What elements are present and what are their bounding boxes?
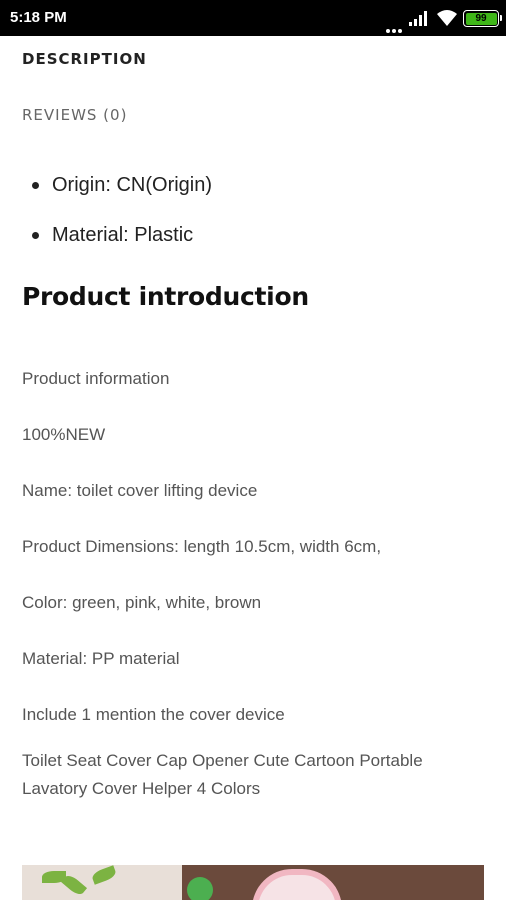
status-time: 5:18 PM (10, 9, 67, 26)
info-line: Name: toilet cover lifting device (22, 481, 258, 500)
attribute-material: Material: Plastic (22, 218, 212, 268)
tab-reviews[interactable]: REVIEWS (0) (22, 106, 127, 124)
info-line: Include 1 mention the cover device (22, 705, 285, 724)
info-line: Material: PP material (22, 649, 180, 668)
battery-level: 99 (465, 12, 497, 25)
info-line: Color: green, pink, white, brown (22, 593, 262, 612)
notification-dots-icon (386, 20, 406, 33)
status-bar: 5:18 PM 99 (0, 0, 506, 36)
product-image[interactable] (22, 865, 484, 900)
battery-icon: 99 (463, 10, 502, 27)
section-title: Product introduction (22, 282, 309, 311)
tab-description[interactable]: DESCRIPTION (22, 50, 147, 68)
info-line: Product Dimensions: length 10.5cm, width… (22, 537, 382, 556)
attribute-origin: Origin: CN(Origin) (22, 168, 212, 218)
signal-icon (409, 11, 427, 26)
info-line: 100%NEW (22, 425, 106, 444)
wifi-icon (437, 10, 457, 26)
info-line: Product information (22, 369, 170, 388)
attribute-list: Origin: CN(Origin) Material: Plastic (22, 168, 212, 268)
product-title-line: Toilet Seat Cover Cap Opener Cute Cartoo… (22, 751, 423, 798)
